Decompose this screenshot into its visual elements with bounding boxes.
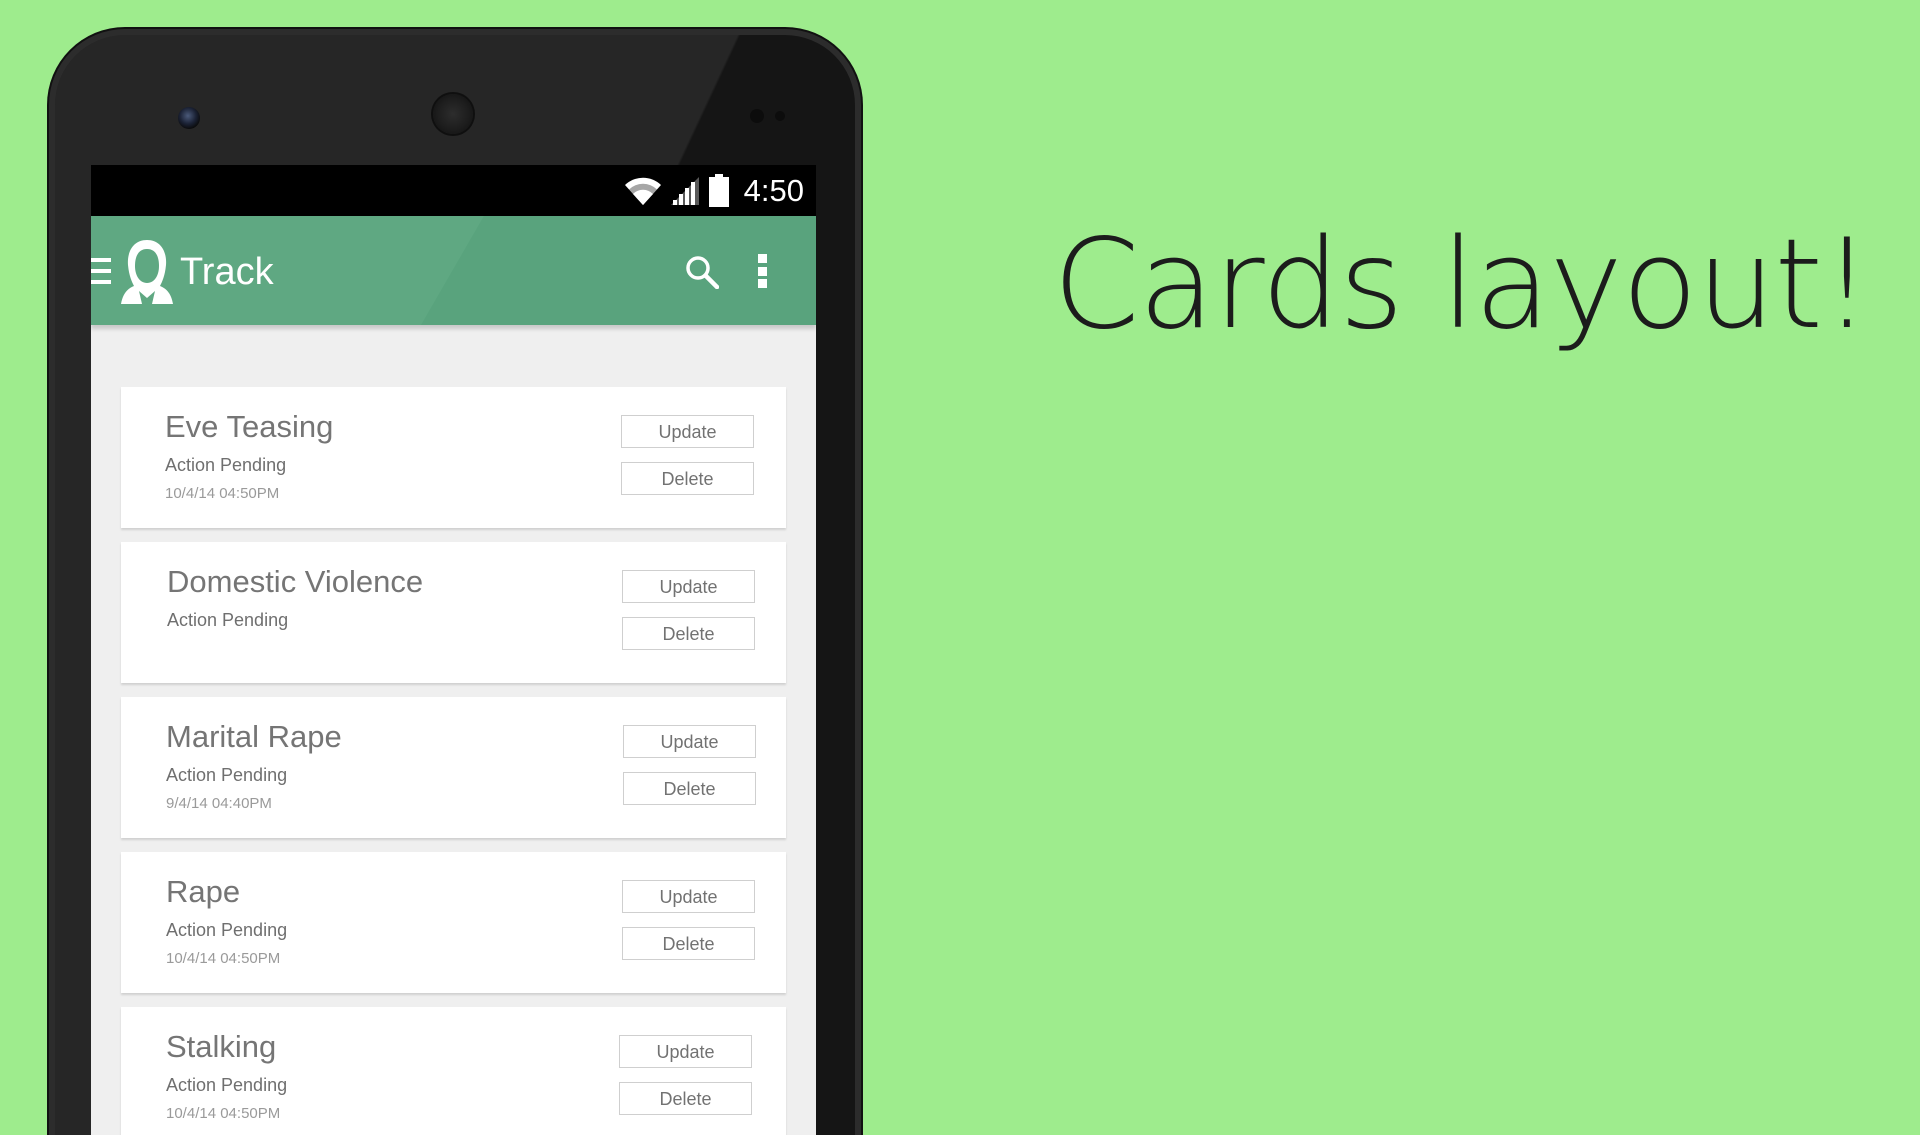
card: Marital Rape Action Pending 9/4/14 04:40… [121,697,786,838]
proximity-sensor [750,109,764,123]
delete-button[interactable]: Delete [619,1082,752,1115]
earpiece-speaker [433,94,473,134]
menu-icon[interactable] [91,258,111,284]
front-camera [178,107,200,129]
overflow-menu-icon[interactable] [757,254,767,288]
card-status: Action Pending [166,765,288,785]
app-bar: Track [91,216,816,325]
headline: Cards layout! [1053,213,1872,357]
card-list: Eve Teasing Action Pending 10/4/14 04:50… [121,387,786,1135]
card-date: 9/4/14 04:40PM [166,795,272,812]
card-title: Eve Teasing [165,409,334,444]
card: Eve Teasing Action Pending 10/4/14 04:50… [121,387,786,528]
update-button[interactable]: Update [619,1035,752,1068]
update-button[interactable]: Update [623,725,756,758]
delete-button[interactable]: Delete [621,462,754,495]
card: Stalking Action Pending 10/4/14 04:50PM … [121,1007,786,1135]
card-date: 10/4/14 04:50PM [166,950,281,967]
card-status: Action Pending [166,1075,288,1095]
card-status: Action Pending [165,455,287,475]
delete-button[interactable]: Delete [623,772,756,805]
cellular-signal-icon [670,177,699,205]
card: Rape Action Pending 10/4/14 04:50PM Upda… [121,852,786,993]
card-title: Stalking [166,1029,277,1064]
card-title: Marital Rape [166,719,342,754]
status-bar: 4:50 [91,165,816,216]
wifi-icon [624,177,661,205]
delete-button[interactable]: Delete [622,927,755,960]
battery-icon [708,174,729,207]
status-time: 4:50 [743,173,804,208]
phone-frame: 4:50 Track Eve Teasing Action Pending 10… [55,35,855,1135]
card-status: Action Pending [166,920,288,940]
card-title: Rape [166,874,241,909]
update-button[interactable]: Update [622,880,755,913]
update-button[interactable]: Update [621,415,754,448]
card-date: 10/4/14 04:50PM [166,1105,281,1122]
search-icon[interactable] [685,255,719,289]
light-sensor [775,111,785,121]
update-button[interactable]: Update [622,570,755,603]
phone-screen: 4:50 Track Eve Teasing Action Pending 10… [91,165,816,1135]
card: Domestic Violence Action Pending Update … [121,542,786,683]
delete-button[interactable]: Delete [622,617,755,650]
card-title: Domestic Violence [167,564,424,599]
app-logo-icon [121,240,173,304]
status-icons: 4:50 [624,171,804,211]
app-title: Track [180,251,274,293]
card-date: 10/4/14 04:50PM [165,485,280,502]
card-status: Action Pending [167,610,289,630]
